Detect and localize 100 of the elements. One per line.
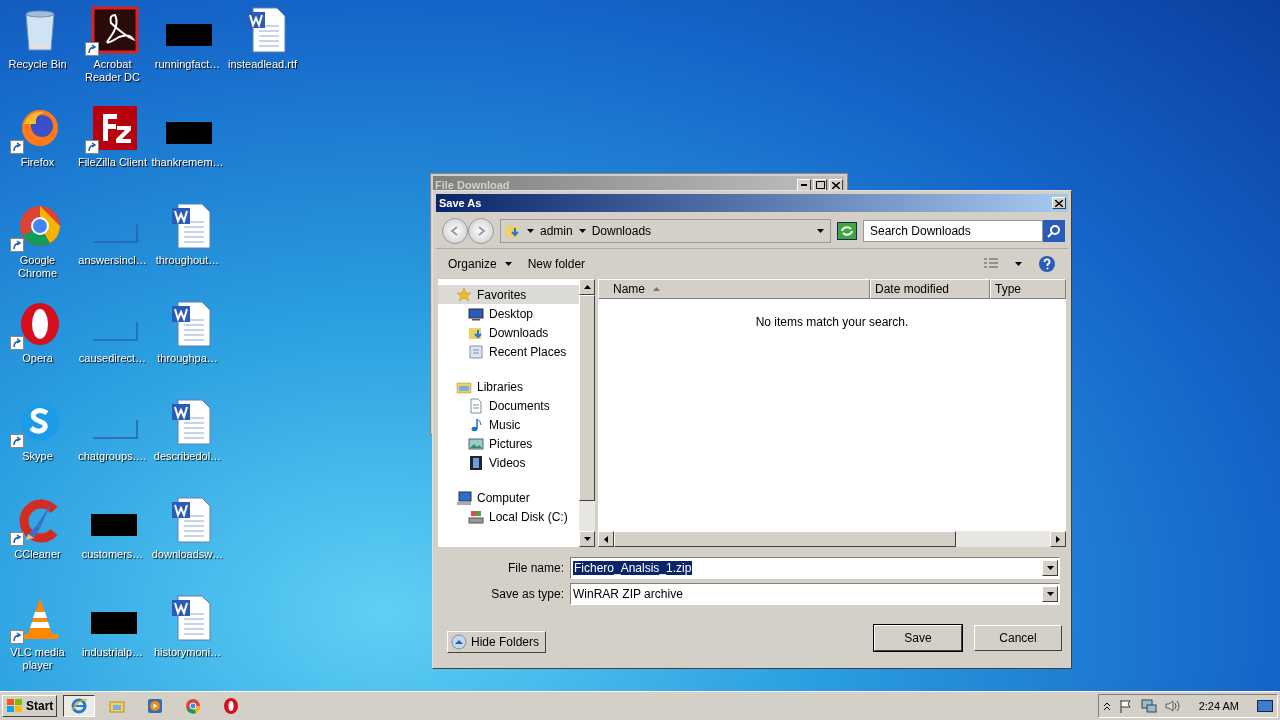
maximize-icon xyxy=(815,181,825,189)
desktop-icon-label: chatgroups.… xyxy=(77,450,148,463)
navigation-item[interactable]: Videos xyxy=(438,453,579,472)
close-button[interactable] xyxy=(1052,197,1066,209)
scroll-left-button[interactable] xyxy=(598,531,614,547)
dropdown-button[interactable] xyxy=(1042,560,1058,576)
down-arrow-icon xyxy=(583,537,591,541)
search-button[interactable] xyxy=(1043,220,1065,242)
clock[interactable]: 2:24 AM xyxy=(1198,700,1239,712)
folder-icon xyxy=(505,223,521,239)
save-as-type-label: Save as type: xyxy=(490,587,564,601)
navigation-item[interactable]: Favorites xyxy=(438,285,579,304)
chevron-up-icon xyxy=(451,634,467,650)
desktop-icon-label: customers… xyxy=(80,548,145,561)
right-arrow-icon xyxy=(1056,535,1060,543)
videos-icon xyxy=(468,454,484,471)
speaker-icon[interactable] xyxy=(1164,699,1181,713)
pictures-icon xyxy=(468,435,484,452)
organize-menu[interactable]: Organize xyxy=(448,257,512,271)
desktop-icon-label: runningfact… xyxy=(153,58,222,71)
file-name-field[interactable]: Fichero_Analsis_1.zip xyxy=(570,557,1060,579)
column-header[interactable]: Name xyxy=(598,279,870,299)
close-button[interactable] xyxy=(829,179,843,191)
desktop-icon-label: historymoni… xyxy=(152,646,223,659)
ie-icon xyxy=(70,697,89,715)
minimize-icon xyxy=(801,184,807,186)
navigation-item[interactable]: Recent Places xyxy=(438,342,579,361)
network-icon[interactable] xyxy=(1140,699,1157,713)
recent-icon xyxy=(468,343,484,360)
breadcrumb-item[interactable]: admin xyxy=(540,224,573,238)
close-icon xyxy=(832,181,840,189)
navigation-item[interactable]: Music xyxy=(438,415,579,434)
caret-icon xyxy=(1046,592,1054,596)
new-folder-button[interactable]: New folder xyxy=(527,257,586,271)
caret-icon xyxy=(1046,566,1054,570)
search-icon xyxy=(1047,224,1061,238)
dropdown-button[interactable] xyxy=(1042,586,1058,602)
file-name-label: File name: xyxy=(506,561,564,575)
navigation-item[interactable]: Libraries xyxy=(438,377,579,396)
empty-message: No items match your search. xyxy=(754,315,910,329)
minimize-button[interactable] xyxy=(797,179,811,191)
navigation-item[interactable]: Documents xyxy=(438,396,579,415)
save-button[interactable]: Save xyxy=(874,625,962,651)
star-icon xyxy=(456,286,472,303)
breadcrumb-caret-icon xyxy=(527,229,534,233)
navigation-item[interactable]: Downloads xyxy=(438,323,579,342)
taskbar-button[interactable] xyxy=(63,695,96,717)
up-arrow-icon xyxy=(583,285,591,289)
dropdown-caret-icon xyxy=(817,229,824,233)
chrome-icon xyxy=(184,697,203,715)
save-as-type-dropdown[interactable]: WinRAR ZIP archive xyxy=(570,583,1060,605)
show-desktop-icon[interactable] xyxy=(1257,700,1273,712)
navigation-item[interactable]: Computer xyxy=(438,488,579,507)
close-icon xyxy=(1055,199,1063,207)
desktop-icon-label: Acrobat Reader DC xyxy=(84,58,141,84)
desktop-icon-label: throughout… xyxy=(154,254,221,267)
column-header[interactable]: Type xyxy=(990,279,1066,299)
disk-icon xyxy=(468,508,484,525)
desktop-icon-label: FileZilla Client xyxy=(76,156,149,169)
desktop-icon xyxy=(468,305,484,322)
desktop-icon-label: Skype xyxy=(21,450,54,463)
navigation-item[interactable]: Desktop xyxy=(438,304,579,323)
flag-icon[interactable] xyxy=(1118,699,1133,713)
help-icon[interactable] xyxy=(1038,255,1056,273)
scroll-down-button[interactable] xyxy=(579,531,595,547)
refresh-button[interactable] xyxy=(837,222,857,240)
breadcrumb-caret-icon xyxy=(578,229,586,233)
search-field[interactable]: Search Downloads xyxy=(863,220,1043,242)
desktop-icon-label: describedol… xyxy=(152,450,223,463)
navigation-item[interactable]: Pictures xyxy=(438,434,579,453)
scrollbar-thumb[interactable] xyxy=(579,295,595,501)
navigation-item[interactable]: Local Disk (C:) xyxy=(438,507,579,526)
caret-icon xyxy=(1015,262,1022,266)
desktop-icon-label: Google Chrome xyxy=(16,254,59,280)
scroll-up-button[interactable] xyxy=(579,279,595,295)
documents-icon xyxy=(468,397,484,414)
desktop-icon-label: answersincl… xyxy=(77,254,148,267)
media-icon xyxy=(146,697,165,715)
desktop-icon-label: Firefox xyxy=(19,156,56,169)
dialog-title: Save As xyxy=(439,197,482,209)
chevron-up-icon[interactable] xyxy=(1102,701,1111,711)
window-title: File Download xyxy=(435,179,510,191)
maximize-button[interactable] xyxy=(813,179,827,191)
desktop-filezilla-icon[interactable] xyxy=(90,104,139,152)
start-button[interactable]: Start xyxy=(2,695,58,717)
left-arrow-icon xyxy=(604,535,608,543)
caret-icon xyxy=(504,262,512,266)
column-header[interactable]: Date modified xyxy=(870,279,990,299)
desktop-icon-label: Recycle Bin xyxy=(7,58,68,71)
address-bar[interactable]: admin Downloads xyxy=(500,219,831,243)
breadcrumb-item[interactable]: Downloads xyxy=(591,224,652,238)
desktop-icon-label: Opera xyxy=(21,352,54,365)
desktop-icon-label: CCleaner xyxy=(13,548,62,561)
hide-folders-button[interactable]: Hide Folders xyxy=(447,631,547,653)
desktop-acrobat-icon[interactable] xyxy=(90,6,139,54)
scrollbar-thumb[interactable] xyxy=(614,531,956,547)
desktop-icon-label: thankremem… xyxy=(150,156,225,169)
desktop-icon-label: industrialp… xyxy=(80,646,145,659)
cancel-button[interactable]: Cancel xyxy=(974,625,1062,651)
scroll-right-button[interactable] xyxy=(1050,531,1066,547)
